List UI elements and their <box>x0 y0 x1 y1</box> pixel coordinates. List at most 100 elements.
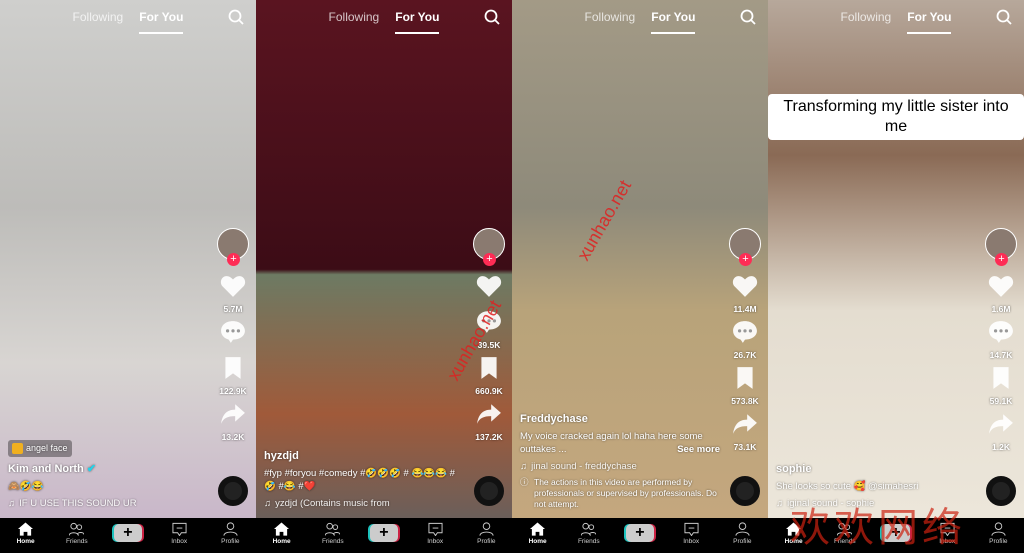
tab-following[interactable]: Following <box>73 10 124 34</box>
tab-for-you[interactable]: For You <box>139 10 184 34</box>
comment-button[interactable]: 14.7K <box>988 320 1014 360</box>
share-button[interactable]: 73.1K <box>732 412 758 452</box>
username[interactable]: Freddychase <box>520 413 720 426</box>
bottom-nav: Home Friends + Inbox Profile <box>0 518 256 548</box>
music-info[interactable]: ♫ jinal sound - freddychase <box>520 460 720 473</box>
bookmark-icon <box>476 356 502 385</box>
nav-profile[interactable]: Profile <box>210 521 250 545</box>
creator-avatar[interactable]: + <box>217 228 249 266</box>
nav-friends[interactable]: Friends <box>313 522 353 545</box>
nav-home[interactable]: Home <box>6 521 46 545</box>
music-info[interactable]: ♫ IF U USE THIS SOUND UR <box>8 497 208 510</box>
inbox-icon <box>428 522 443 538</box>
nav-friends-label: Friends <box>65 537 88 545</box>
nav-profile-label: Profile <box>221 537 240 545</box>
nav-home[interactable]: Home <box>262 521 302 545</box>
tab-following[interactable]: Following <box>585 10 636 34</box>
tab-following[interactable]: Following <box>329 10 380 34</box>
video-text-overlay: Transforming my little sister into me <box>768 94 1024 142</box>
comment-icon <box>220 320 246 349</box>
follow-plus-icon[interactable]: + <box>995 253 1008 266</box>
comment-count: 14.7K <box>989 350 1013 360</box>
share-count: 137.2K <box>475 432 503 442</box>
video-caption: hyzdjd #fyp #foryou #comedy #🤣🤣🤣 # 😂😂😂 #… <box>264 450 464 510</box>
tab-for-you[interactable]: For You <box>651 10 696 34</box>
music-disc-icon[interactable] <box>986 476 1016 506</box>
nav-create[interactable]: + <box>620 524 660 542</box>
comment-button[interactable]: 26.7K <box>732 320 758 360</box>
bookmark-button[interactable]: 122.9K <box>219 356 247 396</box>
video-panel[interactable]: Transforming my little sister into me Fo… <box>768 0 1024 548</box>
tab-following[interactable]: Following <box>841 10 892 34</box>
share-button[interactable]: 1.2K <box>988 412 1014 452</box>
like-count: 11.4M <box>733 304 757 314</box>
action-bar: + 1.6M 14.7K 59.1K 1.2K <box>982 228 1020 458</box>
music-disc-icon[interactable] <box>218 476 248 506</box>
home-icon <box>530 521 546 538</box>
share-button[interactable]: 13.2K <box>220 402 246 442</box>
nav-friends[interactable]: Friends <box>569 522 609 545</box>
follow-plus-icon[interactable]: + <box>739 253 752 266</box>
music-note-icon: ♫ <box>264 498 272 509</box>
music-info[interactable]: ♫ yzdjd (Contains music from <box>264 497 464 510</box>
like-button[interactable]: 5.7M <box>220 274 246 314</box>
profile-icon <box>479 521 494 538</box>
bookmark-button[interactable]: 573.8K <box>731 366 759 406</box>
nav-inbox[interactable]: Inbox <box>159 522 199 545</box>
inbox-icon <box>684 522 699 538</box>
comment-button[interactable] <box>220 320 246 350</box>
like-button[interactable]: 11.4M <box>732 274 758 314</box>
like-icon <box>732 274 758 303</box>
follow-plus-icon[interactable]: + <box>483 253 496 266</box>
home-icon <box>18 521 34 538</box>
video-panel[interactable]: Following For You + 39.5K 660.9K 137.2K hy… <box>256 0 512 548</box>
video-panel[interactable]: Following For You + 5.7M 122.9K 13.2K ange… <box>0 0 256 548</box>
like-button[interactable]: 1.6M <box>988 274 1014 314</box>
verified-badge-icon: ✔ <box>86 463 97 475</box>
music-disc-icon[interactable] <box>730 476 760 506</box>
nav-inbox[interactable]: Inbox <box>415 522 455 545</box>
like-count: 5.7M <box>223 304 243 314</box>
see-more-link[interactable]: See more <box>677 443 720 456</box>
music-disc-icon[interactable] <box>474 476 504 506</box>
action-bar: + 5.7M 122.9K 13.2K <box>214 228 252 448</box>
bookmark-count: 660.9K <box>475 386 503 396</box>
nav-inbox[interactable]: Inbox <box>671 522 711 545</box>
nav-create[interactable]: + <box>364 524 404 542</box>
comment-icon <box>732 320 758 349</box>
search-icon[interactable] <box>484 9 500 25</box>
like-icon <box>220 274 246 303</box>
create-plus-icon: + <box>625 524 654 542</box>
bookmark-button[interactable]: 59.1K <box>988 366 1014 406</box>
effect-tag[interactable]: angel face <box>8 440 72 457</box>
feed-tabs: Following For You <box>768 10 1024 34</box>
search-icon[interactable] <box>740 9 756 25</box>
tab-for-you[interactable]: For You <box>907 10 952 34</box>
search-icon[interactable] <box>996 9 1012 25</box>
creator-avatar[interactable]: + <box>985 228 1017 266</box>
creator-avatar[interactable]: + <box>473 228 505 266</box>
creator-avatar[interactable]: + <box>729 228 761 266</box>
nav-friends[interactable]: Friends <box>57 522 97 545</box>
username[interactable]: hyzdjd <box>264 450 464 463</box>
nav-home[interactable]: Home <box>518 521 558 545</box>
nav-profile[interactable]: Profile <box>978 521 1018 545</box>
nav-home-label: Home <box>272 537 291 545</box>
share-button[interactable]: 137.2K <box>475 402 503 442</box>
watermark: 欢欢网络 <box>790 505 966 551</box>
inbox-icon <box>172 522 187 538</box>
video-panel[interactable]: Following For You + 11.4M 26.7K 573.8K 73.1… <box>512 0 768 548</box>
username[interactable]: Kim and North ✔ <box>8 463 208 476</box>
follow-plus-icon[interactable]: + <box>227 253 240 266</box>
nav-profile[interactable]: Profile <box>722 521 762 545</box>
bookmark-button[interactable]: 660.9K <box>475 356 503 396</box>
description: My voice cracked again lol haha here som… <box>520 431 720 456</box>
nav-profile[interactable]: Profile <box>466 521 506 545</box>
bookmark-count: 573.8K <box>731 396 759 406</box>
search-icon[interactable] <box>228 9 244 25</box>
username[interactable]: sophie <box>776 463 976 476</box>
profile-icon <box>991 521 1006 538</box>
bottom-nav: Home Friends + Inbox Profile <box>512 518 768 548</box>
tab-for-you[interactable]: For You <box>395 10 440 34</box>
nav-create[interactable]: + <box>108 524 148 542</box>
